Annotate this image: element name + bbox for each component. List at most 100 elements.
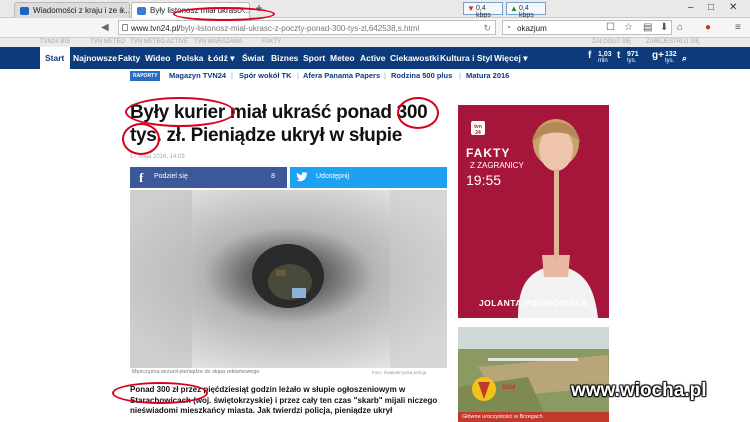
followers-unit: mln bbox=[598, 58, 608, 64]
bookmark-icon[interactable]: ☆ bbox=[624, 22, 633, 33]
trending-item[interactable]: Afera Panama Papers bbox=[303, 71, 380, 80]
top-link[interactable]: FAKTY bbox=[262, 39, 281, 45]
share-label: Podziel się bbox=[154, 173, 188, 180]
main-navigation: Start Najnowsze Fakty Wideo Polska Łódź … bbox=[0, 47, 750, 69]
download-speed: 0,4 kbps bbox=[476, 5, 491, 19]
ad-subtitle: Z ZAGRANICY bbox=[470, 161, 524, 170]
upload-speed: 0,4 kbps bbox=[519, 5, 534, 19]
gplus-icon: g+ bbox=[652, 50, 664, 61]
twitter-share-button[interactable]: Udostępnij bbox=[290, 167, 447, 188]
reload-icon[interactable]: ↻ bbox=[483, 23, 491, 34]
arrow-up-icon: ▲ bbox=[510, 4, 518, 13]
maximize-icon[interactable]: □ bbox=[708, 2, 714, 13]
site-top-links: TVN24 BIS TVN METEO TVN METEO ACTIVE TVN… bbox=[0, 38, 750, 47]
facebook-share-button[interactable]: f Podziel się 8 bbox=[130, 167, 287, 188]
twitter-icon: t bbox=[617, 50, 621, 61]
separator: | bbox=[384, 71, 386, 80]
followers-count: 1,03 bbox=[598, 51, 612, 58]
addon-icon[interactable]: ● bbox=[705, 22, 711, 33]
separator: | bbox=[297, 71, 299, 80]
clipboard-icon[interactable]: ▤ bbox=[643, 22, 652, 33]
presenter-name: JOLANTA PIEŃKOWSKA bbox=[478, 298, 589, 308]
ad-brand: FAKTY bbox=[466, 146, 511, 160]
trending-item[interactable]: Magazyn TVN24 bbox=[169, 71, 226, 80]
trending-topics: RAPORTY Magazyn TVN24 | Spór wokół TK | … bbox=[130, 71, 610, 82]
separator: | bbox=[231, 71, 233, 80]
top-link[interactable]: TVN24 BIS bbox=[40, 39, 70, 45]
number-highlight-oval bbox=[397, 97, 439, 129]
nav-item[interactable]: Kultura i Styl bbox=[440, 53, 492, 63]
trending-item[interactable]: Spór wokół TK bbox=[239, 71, 292, 80]
twitter-bird-icon bbox=[296, 172, 308, 182]
followers-unit: tys. bbox=[627, 58, 637, 64]
headline-line-2: tys. zł. Pieniądze ukrył w słupie bbox=[130, 125, 403, 146]
info-icon bbox=[122, 24, 128, 31]
back-icon[interactable]: ◀ bbox=[101, 22, 109, 33]
nav-start[interactable]: Start bbox=[40, 47, 70, 69]
photo-caption: Mężczyzna wrzucił pieniądze do słupa rek… bbox=[132, 369, 260, 375]
sdm-ad-banner[interactable]: SDM Główne uroczystości w Brzegach bbox=[458, 327, 609, 422]
nav-item[interactable]: Polska bbox=[176, 53, 203, 63]
tab-title: Wiadomości z kraju i ze ś... bbox=[33, 6, 130, 15]
presenter-image bbox=[518, 119, 598, 318]
browser-tab-1[interactable]: Wiadomości z kraju i ze ś... × bbox=[14, 2, 130, 18]
nav-item[interactable]: Fakty bbox=[118, 53, 140, 63]
nav-item[interactable]: Sport bbox=[303, 53, 325, 63]
article-photo[interactable] bbox=[130, 190, 447, 368]
top-link[interactable]: TVN METEO bbox=[90, 39, 125, 45]
share-count: 8 bbox=[271, 173, 275, 180]
lead-highlight-oval bbox=[112, 382, 208, 404]
followers-count: 971 bbox=[627, 51, 639, 58]
nav-item[interactable]: Active bbox=[360, 53, 386, 63]
separator: | bbox=[459, 71, 461, 80]
nav-item[interactable]: Ciekawostki bbox=[390, 53, 439, 63]
facebook-icon: f bbox=[139, 170, 144, 185]
reader-icon[interactable]: ☐ bbox=[606, 22, 615, 33]
nav-item[interactable]: Więcej ▾ bbox=[494, 53, 527, 64]
url-highlight-oval bbox=[173, 7, 275, 21]
upload-speed-indicator: ▲ 0,4 kbps bbox=[506, 2, 546, 19]
close-window-icon[interactable]: ✕ bbox=[729, 2, 737, 13]
ad-caption: Główne uroczystości w Brzegach bbox=[458, 412, 609, 422]
arrow-down-icon: ▼ bbox=[467, 4, 475, 13]
browser-tab-bar: Wiadomości z kraju i ze ś... × Były list… bbox=[0, 0, 750, 19]
nav-item[interactable]: Biznes bbox=[271, 53, 298, 63]
reports-badge[interactable]: RAPORTY bbox=[130, 71, 161, 81]
close-tab-icon[interactable]: × bbox=[120, 5, 125, 15]
favicon-icon bbox=[20, 7, 29, 15]
sdm-logo-text: SDM bbox=[502, 385, 516, 391]
search-icon[interactable]: ⌕ bbox=[682, 53, 687, 64]
minimize-icon[interactable]: – bbox=[688, 2, 694, 13]
home-icon[interactable]: ⌂ bbox=[677, 22, 683, 33]
download-speed-indicator: ▼ 0,4 kbps bbox=[463, 2, 503, 19]
search-text: okazjum bbox=[517, 24, 547, 33]
nav-item[interactable]: Świat bbox=[242, 53, 264, 63]
nav-item[interactable]: Wideo bbox=[145, 53, 170, 63]
nav-item[interactable]: Najnowsze bbox=[73, 53, 117, 63]
share-label: Udostępnij bbox=[316, 173, 350, 180]
trending-item[interactable]: Matura 2016 bbox=[466, 71, 509, 80]
url-host: www.tvn24.pl/ bbox=[131, 24, 181, 33]
address-bar[interactable]: www.tvn24.pl/byly-listonosz-mial-ukrasc-… bbox=[118, 20, 496, 35]
nav-item[interactable]: Łódź ▾ bbox=[208, 53, 234, 64]
top-link[interactable]: TVN METEO ACTIVE bbox=[130, 39, 188, 45]
site-watermark: www.wiocha.pl bbox=[571, 380, 707, 401]
ad-time: 19:55 bbox=[466, 172, 502, 188]
download-icon[interactable]: ⬇ bbox=[660, 22, 668, 33]
aerial-field-image bbox=[458, 327, 609, 422]
menu-icon[interactable]: ≡ bbox=[735, 22, 741, 33]
unit-highlight-oval bbox=[122, 123, 160, 155]
login-link[interactable]: ZALOGUJ SIĘ bbox=[592, 39, 631, 45]
nav-item[interactable]: Meteo bbox=[330, 53, 355, 63]
register-link[interactable]: ZAREJESTRUJ SIĘ bbox=[646, 39, 700, 45]
top-link[interactable]: TVN WARSZAWA bbox=[194, 39, 242, 45]
pillar-interior-image bbox=[130, 190, 447, 368]
facebook-icon: f bbox=[588, 50, 592, 61]
followers-count: 132 bbox=[665, 51, 677, 58]
trending-item[interactable]: Rodzina 500 plus bbox=[391, 71, 452, 80]
browser-nav-bar: ◀ www.tvn24.pl/byly-listonosz-mial-ukras… bbox=[0, 18, 750, 38]
okazjum-icon: ◔ bbox=[506, 23, 511, 32]
photo-credit: Foto: Świętokrzyska policja bbox=[372, 370, 427, 375]
fakty-ad-banner[interactable]: tvn 24 bis FAKTY Z ZAGRANICY 19:55 JOLAN… bbox=[458, 105, 609, 318]
followers-unit: tys. bbox=[665, 58, 675, 64]
